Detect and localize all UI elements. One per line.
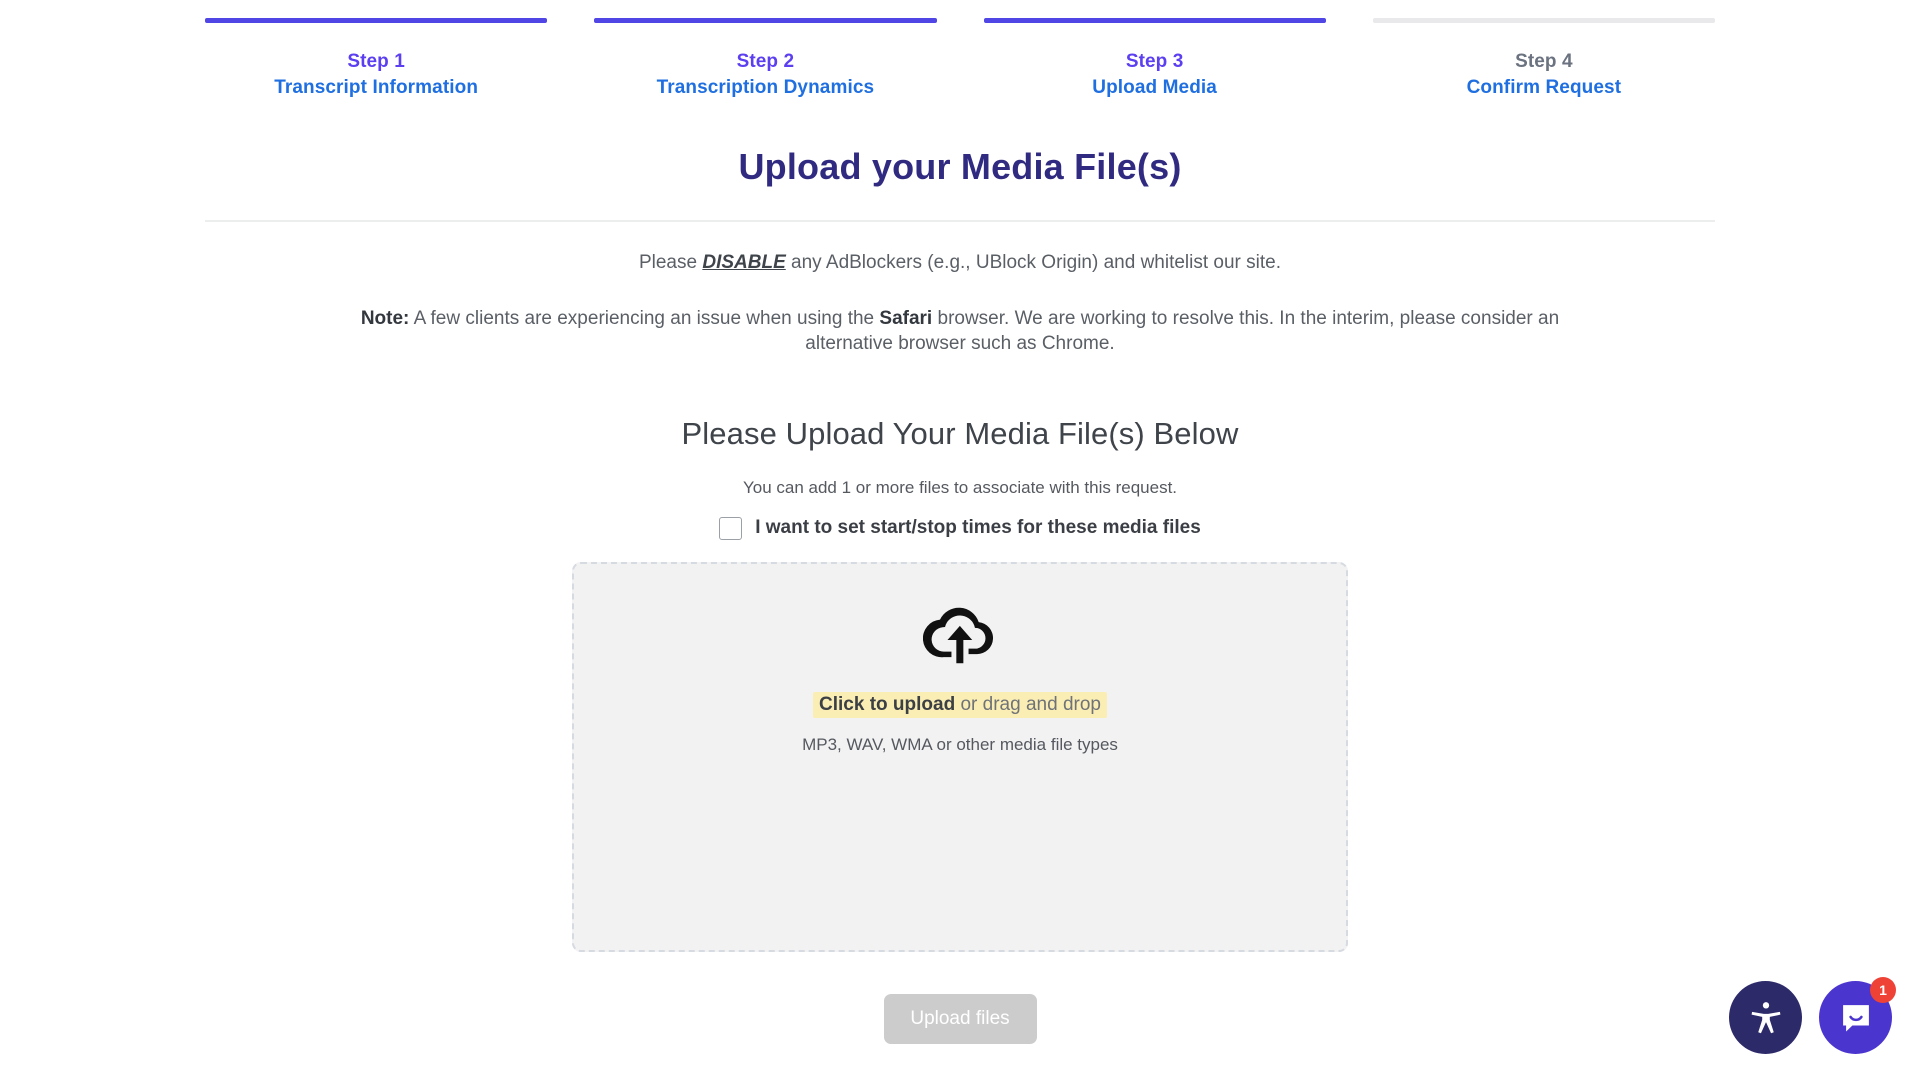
- step-number-2: Step 2: [736, 51, 795, 72]
- step-number-4: Step 4: [1515, 51, 1573, 72]
- adblock-notice-after: any AdBlockers (e.g., UBlock Origin) and…: [785, 252, 1282, 274]
- step-label-1: Transcript Information: [274, 76, 479, 98]
- stepper-step-1[interactable]: Step 1 Transcript Information: [205, 18, 548, 100]
- dropzone-cta-strong: Click to upload: [819, 693, 956, 715]
- safari-notice-label: Note:: [360, 307, 410, 329]
- start-stop-times-label: I want to set start/stop times for these…: [755, 517, 1201, 539]
- step-progress-bar-4: [1372, 18, 1715, 23]
- chat-unread-badge: 1: [1870, 977, 1896, 1003]
- stepper-step-3[interactable]: Step 3 Upload Media: [983, 18, 1326, 100]
- safari-notice-browser: Safari: [879, 307, 933, 329]
- step-progress-bar-3: [983, 18, 1326, 23]
- step-label-2: Transcription Dynamics: [656, 76, 875, 98]
- adblock-notice-emphasis: DISABLE: [702, 252, 786, 274]
- step-label-4: Confirm Request: [1466, 76, 1622, 98]
- dropzone-file-types: MP3, WAV, WMA or other media file types: [802, 734, 1118, 754]
- step-label-3: Upload Media: [1092, 76, 1217, 98]
- progress-stepper: Step 1 Transcript Information Step 2 Tra…: [205, 0, 1715, 100]
- chat-bubble-icon: [1842, 1004, 1869, 1031]
- chat-launcher-button[interactable]: 1: [1819, 977, 1896, 1054]
- dropzone-cta-rest: or drag and drop: [955, 693, 1101, 715]
- title-divider: [205, 220, 1715, 223]
- cloud-upload-icon: [923, 607, 993, 664]
- safari-notice: Note: A few clients are experiencing an …: [330, 306, 1590, 356]
- stepper-step-4[interactable]: Step 4 Confirm Request: [1372, 18, 1715, 100]
- safari-notice-part1: A few clients are experiencing an issue …: [409, 307, 880, 329]
- upload-files-button[interactable]: Upload files: [883, 993, 1037, 1044]
- page-root: Step 1 Transcript Information Step 2 Tra…: [0, 0, 1920, 1080]
- accessibility-button[interactable]: [1729, 981, 1802, 1054]
- step-progress-bar-2: [594, 18, 937, 23]
- upload-heading: Please Upload Your Media File(s) Below: [681, 416, 1239, 452]
- step-number-1: Step 1: [347, 51, 405, 72]
- file-dropzone[interactable]: Click to upload or drag and drop MP3, WA…: [572, 561, 1348, 952]
- upload-hint: You can add 1 or more files to associate…: [742, 477, 1178, 497]
- step-progress-bar-1: [205, 18, 548, 23]
- start-stop-times-checkbox-row[interactable]: I want to set start/stop times for these…: [0, 516, 1920, 540]
- adblock-notice-before: Please: [638, 252, 703, 274]
- adblock-notice: Please DISABLE any AdBlockers (e.g., UBl…: [260, 250, 1660, 276]
- page-title: Upload your Media File(s): [738, 146, 1182, 188]
- start-stop-times-checkbox[interactable]: [719, 516, 743, 540]
- step-number-3: Step 3: [1125, 51, 1184, 72]
- accessibility-icon: [1751, 1001, 1780, 1033]
- stepper-step-2[interactable]: Step 2 Transcription Dynamics: [594, 18, 937, 100]
- dropzone-cta[interactable]: Click to upload or drag and drop: [813, 691, 1107, 718]
